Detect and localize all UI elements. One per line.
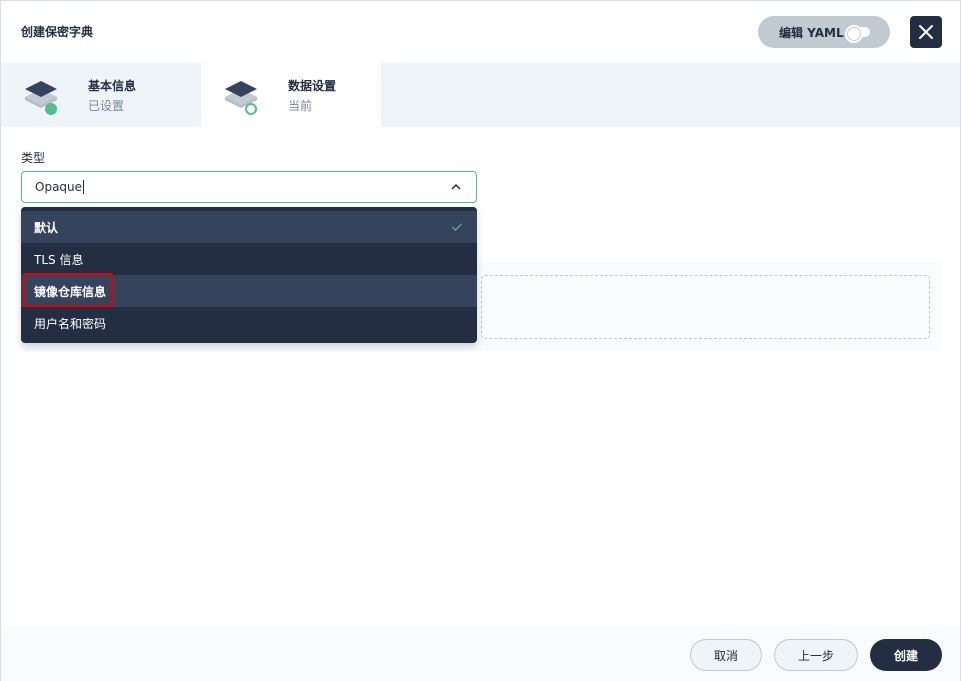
- step-tabs: 基本信息 已设置 数据设置 当前: [1, 63, 960, 127]
- close-icon: [919, 25, 933, 39]
- option-label: TLS 信息: [34, 252, 84, 267]
- dialog-title: 创建保密字典: [21, 25, 94, 39]
- dialog-footer: 取消 上一步 创建: [1, 627, 960, 681]
- text-cursor: [83, 180, 85, 194]
- option-label: 默认: [34, 220, 59, 235]
- step-data-settings[interactable]: 数据设置 当前: [201, 63, 381, 127]
- type-select-value: Opaque: [35, 180, 83, 194]
- step-basic-info[interactable]: 基本信息 已设置: [1, 63, 181, 127]
- edit-yaml-label: 编辑 YAML: [779, 25, 844, 40]
- dropdown-option-tls[interactable]: TLS 信息: [21, 243, 477, 275]
- chevron-up-icon: [451, 183, 461, 190]
- step-title: 数据设置: [288, 79, 337, 93]
- dropdown-option-username-password[interactable]: 用户名和密码: [21, 307, 477, 339]
- option-label: 用户名和密码: [34, 316, 107, 331]
- type-field-label: 类型: [21, 151, 46, 165]
- dropdown-option-image-registry[interactable]: 镜像仓库信息: [21, 275, 477, 307]
- create-button[interactable]: 创建: [870, 639, 942, 671]
- create-secret-dialog: 创建保密字典 编辑 YAML 基本信息 已设置 数据设置 当前 类型 Opaqu…: [0, 0, 961, 681]
- cancel-button[interactable]: 取消: [690, 639, 762, 671]
- step-title: 基本信息: [88, 79, 137, 93]
- dropdown-option-default[interactable]: 默认: [21, 211, 477, 243]
- close-button[interactable]: [910, 16, 942, 48]
- step-status: 当前: [288, 99, 313, 113]
- step-status: 已设置: [88, 99, 125, 113]
- toggle-switch-icon: [845, 25, 870, 43]
- add-data-placeholder[interactable]: [481, 275, 930, 339]
- type-select[interactable]: Opaque: [21, 171, 477, 203]
- previous-step-button[interactable]: 上一步: [774, 639, 858, 671]
- dialog-header: 创建保密字典 编辑 YAML: [1, 1, 960, 63]
- layers-icon: [25, 81, 57, 115]
- layers-icon: [225, 81, 257, 115]
- option-label: 镜像仓库信息: [34, 284, 107, 299]
- check-icon: [452, 223, 462, 231]
- edit-yaml-toggle-button[interactable]: 编辑 YAML: [758, 16, 890, 48]
- type-dropdown-menu: 默认 TLS 信息 镜像仓库信息 用户名和密码: [21, 207, 477, 343]
